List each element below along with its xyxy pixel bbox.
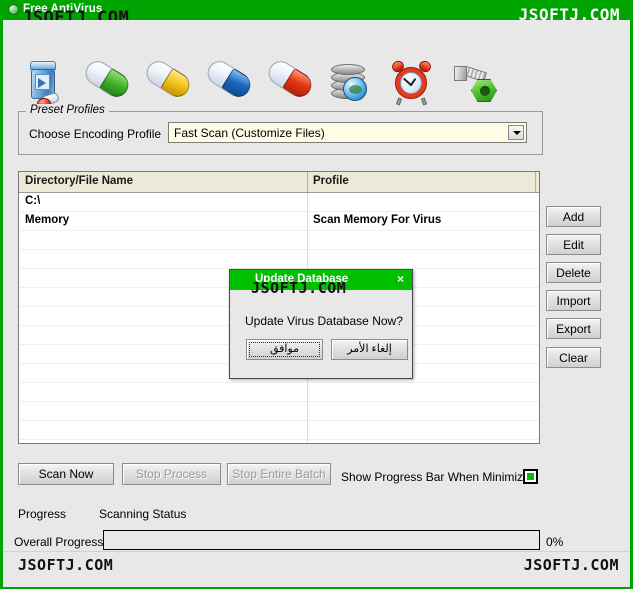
overall-progress-bar <box>103 530 540 550</box>
dialog-cancel-button[interactable]: إلغاء الأمر <box>331 339 408 360</box>
pill-bottle-icon <box>16 58 78 110</box>
bolt-nut-icon <box>443 58 505 110</box>
overall-progress-label: Overall Progress <box>14 535 104 549</box>
chevron-down-icon[interactable] <box>508 125 524 140</box>
dialog-title: Update Database <box>255 273 349 285</box>
table-row[interactable]: C:\ <box>19 193 539 212</box>
stop-entire-batch-button[interactable]: Stop Entire Batch <box>227 463 331 485</box>
application-window: Free AntiVirus JSOFTJ.COM JSOFTJ.COM Pre… <box>0 0 633 589</box>
table-row-empty <box>19 440 539 443</box>
table-row-empty <box>19 383 539 402</box>
toolbar-button-settings[interactable] <box>443 58 505 110</box>
encoding-profile-label: Choose Encoding Profile <box>29 127 162 141</box>
window-title: Free AntiVirus <box>23 3 103 15</box>
import-button[interactable]: Import <box>546 290 601 311</box>
toolbar-button-capsule-green[interactable] <box>77 56 139 110</box>
capsule-yellow-icon <box>138 56 200 110</box>
database-globe-icon <box>321 58 383 110</box>
column-header-profile[interactable]: Profile <box>313 175 349 187</box>
toolbar-button-capsule-blue[interactable] <box>199 56 261 110</box>
toolbar-button-capsule-red[interactable] <box>260 56 322 110</box>
update-database-dialog: Update Database × Update Virus Database … <box>229 269 413 379</box>
capsule-blue-icon <box>199 56 261 110</box>
edit-button[interactable]: Edit <box>546 234 601 255</box>
dialog-title-bar: Update Database × <box>230 270 412 290</box>
status-bar <box>3 551 630 587</box>
show-progress-label: Show Progress Bar When Minimized <box>341 470 537 484</box>
encoding-profile-value: Fast Scan (Customize Files) <box>174 126 325 140</box>
table-row-empty <box>19 250 539 269</box>
add-button[interactable]: Add <box>546 206 601 227</box>
app-icon <box>8 4 19 15</box>
cell-profile: Scan Memory For Virus <box>313 214 442 226</box>
table-row-empty <box>19 402 539 421</box>
column-header-name[interactable]: Directory/File Name <box>25 175 133 187</box>
scanning-status-text: Scanning Status <box>99 507 187 521</box>
stop-process-button[interactable]: Stop Process <box>122 463 221 485</box>
show-progress-checkbox[interactable] <box>523 469 538 484</box>
table-row[interactable]: Memory Scan Memory For Virus <box>19 212 539 231</box>
progress-percent: 0% <box>546 535 564 549</box>
list-header: Directory/File Name Profile <box>19 172 539 193</box>
toolbar-button-scheduler[interactable] <box>382 58 444 110</box>
toolbar-button-capsule-yellow[interactable] <box>138 56 200 110</box>
cell-name: C:\ <box>25 195 41 207</box>
table-row-empty <box>19 421 539 440</box>
toolbar <box>3 20 630 109</box>
close-icon[interactable]: × <box>397 273 404 285</box>
encoding-profile-select[interactable]: Fast Scan (Customize Files) <box>168 122 527 143</box>
cell-name: Memory <box>25 214 70 226</box>
export-button[interactable]: Export <box>546 318 601 339</box>
title-bar: Free AntiVirus <box>0 0 633 20</box>
toolbar-button-pill-bottle[interactable] <box>16 58 78 110</box>
progress-label: Progress <box>18 507 67 521</box>
scan-now-button[interactable]: Scan Now <box>18 463 114 485</box>
dialog-ok-button[interactable]: موافق <box>246 339 323 360</box>
toolbar-button-database-update[interactable] <box>321 58 383 110</box>
capsule-green-icon <box>77 56 139 110</box>
preset-profiles-title: Preset Profiles <box>26 104 109 116</box>
clear-button[interactable]: Clear <box>546 347 601 368</box>
alarm-clock-icon <box>382 58 444 110</box>
dialog-message: Update Virus Database Now? <box>245 314 403 328</box>
table-row-empty <box>19 231 539 250</box>
delete-button[interactable]: Delete <box>546 262 601 283</box>
capsule-red-icon <box>260 56 322 110</box>
